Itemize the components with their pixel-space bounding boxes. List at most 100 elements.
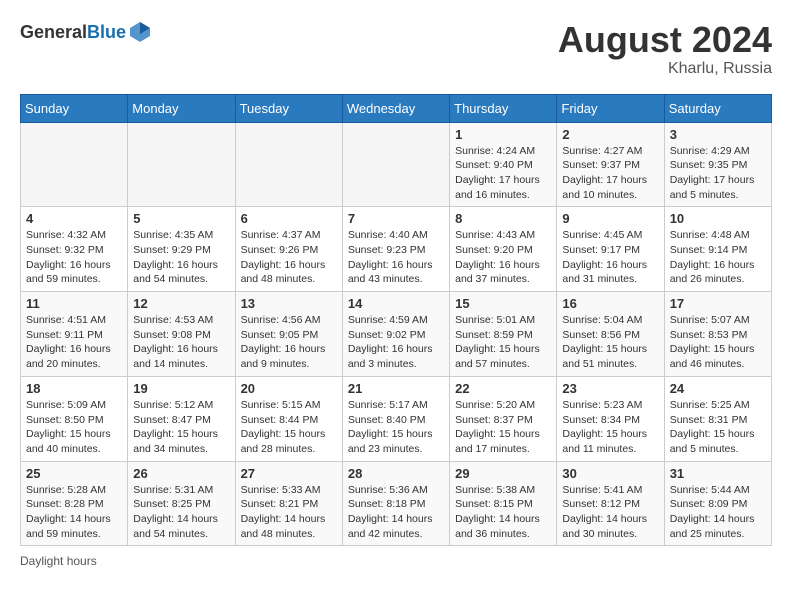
day-info: Sunrise: 4:29 AM Sunset: 9:35 PM Dayligh… (670, 144, 766, 203)
weekday-header-row: SundayMondayTuesdayWednesdayThursdayFrid… (21, 94, 772, 122)
day-info: Sunrise: 5:25 AM Sunset: 8:31 PM Dayligh… (670, 398, 766, 457)
day-info: Sunrise: 5:41 AM Sunset: 8:12 PM Dayligh… (562, 483, 658, 542)
calendar-cell: 8 Sunrise: 4:43 AM Sunset: 9:20 PM Daylig… (450, 207, 557, 292)
day-info: Sunrise: 4:45 AM Sunset: 9:17 PM Dayligh… (562, 228, 658, 287)
calendar-cell: 6Sunrise: 4:37 AM Sunset: 9:26 PM Daylig… (235, 207, 342, 292)
calendar-week-row: 11Sunrise: 4:51 AM Sunset: 9:11 PM Dayli… (21, 292, 772, 377)
day-number: 24 (670, 381, 766, 396)
calendar-cell: 17Sunrise: 5:07 AM Sunset: 8:53 PM Dayli… (664, 292, 771, 377)
calendar-cell: 12Sunrise: 4:53 AM Sunset: 9:08 PM Dayli… (128, 292, 235, 377)
day-number: 3 (670, 127, 766, 142)
logo-blue: Blue (87, 22, 126, 42)
calendar-cell: 14Sunrise: 4:59 AM Sunset: 9:02 PM Dayli… (342, 292, 449, 377)
day-info: Sunrise: 5:38 AM Sunset: 8:15 PM Dayligh… (455, 483, 551, 542)
calendar-cell: 18 Sunrise: 5:09 AM Sunset: 8:50 PM Dayli… (21, 376, 128, 461)
daylight-label: Daylight hours (20, 554, 97, 568)
day-number: 27 (241, 466, 337, 481)
day-number: 10 (670, 211, 766, 226)
day-number: 21 (348, 381, 444, 396)
day-info: Sunrise: 4:27 AM Sunset: 9:37 PM Dayligh… (562, 144, 658, 203)
day-number: 26 (133, 466, 229, 481)
month-year: August 2024 (558, 20, 772, 60)
day-info: Sunrise: 4:24 AM Sunset: 9:40 PM Dayligh… (455, 144, 551, 203)
logo-icon (128, 20, 152, 44)
calendar-cell: 20Sunrise: 5:15 AM Sunset: 8:44 PM Dayli… (235, 376, 342, 461)
day-info: Sunrise: 4:35 AM Sunset: 9:29 PM Dayligh… (133, 228, 229, 287)
day-number: 17 (670, 296, 766, 311)
day-info: Sunrise: 4:37 AM Sunset: 9:26 PM Dayligh… (241, 228, 337, 287)
day-info: Sunrise: 5:12 AM Sunset: 8:47 PM Dayligh… (133, 398, 229, 457)
logo: GeneralBlue (20, 20, 152, 44)
day-number: 22 (455, 381, 551, 396)
day-info: Sunrise: 5:17 AM Sunset: 8:40 PM Dayligh… (348, 398, 444, 457)
day-info: Sunrise: 5:09 AM Sunset: 8:50 PM Dayligh… (26, 398, 122, 457)
title-block: August 2024 Kharlu, Russia (558, 20, 772, 78)
location: Kharlu, Russia (558, 60, 772, 78)
calendar-week-row: 1 Sunrise: 4:24 AM Sunset: 9:40 PM Daylig… (21, 122, 772, 207)
calendar-cell: 26 Sunrise: 5:31 AM Sunset: 8:25 PM Dayli… (128, 461, 235, 546)
weekday-header-saturday: Saturday (664, 94, 771, 122)
day-info: Sunrise: 5:36 AM Sunset: 8:18 PM Dayligh… (348, 483, 444, 542)
calendar-cell: 4Sunrise: 4:32 AM Sunset: 9:32 PM Daylig… (21, 207, 128, 292)
day-number: 16 (562, 296, 658, 311)
calendar-week-row: 4Sunrise: 4:32 AM Sunset: 9:32 PM Daylig… (21, 207, 772, 292)
calendar-cell: 3 Sunrise: 4:29 AM Sunset: 9:35 PM Daylig… (664, 122, 771, 207)
weekday-header-tuesday: Tuesday (235, 94, 342, 122)
day-number: 18 (26, 381, 122, 396)
calendar-cell: 2 Sunrise: 4:27 AM Sunset: 9:37 PM Daylig… (557, 122, 664, 207)
day-info: Sunrise: 5:28 AM Sunset: 8:28 PM Dayligh… (26, 483, 122, 542)
weekday-header-friday: Friday (557, 94, 664, 122)
day-number: 4 (26, 211, 122, 226)
calendar-cell: 16 Sunrise: 5:04 AM Sunset: 8:56 PM Dayli… (557, 292, 664, 377)
day-info: Sunrise: 4:48 AM Sunset: 9:14 PM Dayligh… (670, 228, 766, 287)
day-number: 5 (133, 211, 229, 226)
calendar-cell: 22 Sunrise: 5:20 AM Sunset: 8:37 PM Dayli… (450, 376, 557, 461)
day-number: 30 (562, 466, 658, 481)
page-header: GeneralBlue August 2024 Kharlu, Russia (20, 20, 772, 78)
day-number: 11 (26, 296, 122, 311)
day-number: 20 (241, 381, 337, 396)
day-info: Sunrise: 5:20 AM Sunset: 8:37 PM Dayligh… (455, 398, 551, 457)
day-info: Sunrise: 4:43 AM Sunset: 9:20 PM Dayligh… (455, 228, 551, 287)
weekday-header-wednesday: Wednesday (342, 94, 449, 122)
calendar-cell (128, 122, 235, 207)
weekday-header-sunday: Sunday (21, 94, 128, 122)
calendar-cell: 31Sunrise: 5:44 AM Sunset: 8:09 PM Dayli… (664, 461, 771, 546)
day-number: 8 (455, 211, 551, 226)
calendar-cell: 15 Sunrise: 5:01 AM Sunset: 8:59 PM Dayli… (450, 292, 557, 377)
weekday-header-thursday: Thursday (450, 94, 557, 122)
calendar-cell (21, 122, 128, 207)
calendar-cell: 10 Sunrise: 4:48 AM Sunset: 9:14 PM Dayli… (664, 207, 771, 292)
day-number: 25 (26, 466, 122, 481)
day-info: Sunrise: 5:33 AM Sunset: 8:21 PM Dayligh… (241, 483, 337, 542)
calendar-cell: 9Sunrise: 4:45 AM Sunset: 9:17 PM Daylig… (557, 207, 664, 292)
calendar-cell: 29 Sunrise: 5:38 AM Sunset: 8:15 PM Dayli… (450, 461, 557, 546)
calendar-cell: 24 Sunrise: 5:25 AM Sunset: 8:31 PM Dayli… (664, 376, 771, 461)
calendar-cell: 13 Sunrise: 4:56 AM Sunset: 9:05 PM Dayli… (235, 292, 342, 377)
day-number: 29 (455, 466, 551, 481)
weekday-header-monday: Monday (128, 94, 235, 122)
day-number: 7 (348, 211, 444, 226)
day-info: Sunrise: 4:56 AM Sunset: 9:05 PM Dayligh… (241, 313, 337, 372)
day-info: Sunrise: 5:04 AM Sunset: 8:56 PM Dayligh… (562, 313, 658, 372)
calendar-cell: 1 Sunrise: 4:24 AM Sunset: 9:40 PM Daylig… (450, 122, 557, 207)
day-info: Sunrise: 4:40 AM Sunset: 9:23 PM Dayligh… (348, 228, 444, 287)
calendar-cell (235, 122, 342, 207)
calendar-week-row: 18 Sunrise: 5:09 AM Sunset: 8:50 PM Dayli… (21, 376, 772, 461)
day-info: Sunrise: 4:53 AM Sunset: 9:08 PM Dayligh… (133, 313, 229, 372)
day-number: 2 (562, 127, 658, 142)
calendar-cell: 7 Sunrise: 4:40 AM Sunset: 9:23 PM Daylig… (342, 207, 449, 292)
day-number: 13 (241, 296, 337, 311)
day-info: Sunrise: 5:31 AM Sunset: 8:25 PM Dayligh… (133, 483, 229, 542)
day-info: Sunrise: 5:23 AM Sunset: 8:34 PM Dayligh… (562, 398, 658, 457)
day-number: 1 (455, 127, 551, 142)
calendar-cell: 11Sunrise: 4:51 AM Sunset: 9:11 PM Dayli… (21, 292, 128, 377)
calendar-cell: 19Sunrise: 5:12 AM Sunset: 8:47 PM Dayli… (128, 376, 235, 461)
day-info: Sunrise: 5:44 AM Sunset: 8:09 PM Dayligh… (670, 483, 766, 542)
calendar-cell: 21 Sunrise: 5:17 AM Sunset: 8:40 PM Dayli… (342, 376, 449, 461)
day-number: 23 (562, 381, 658, 396)
day-info: Sunrise: 5:01 AM Sunset: 8:59 PM Dayligh… (455, 313, 551, 372)
day-number: 14 (348, 296, 444, 311)
day-number: 15 (455, 296, 551, 311)
calendar-week-row: 25 Sunrise: 5:28 AM Sunset: 8:28 PM Dayli… (21, 461, 772, 546)
